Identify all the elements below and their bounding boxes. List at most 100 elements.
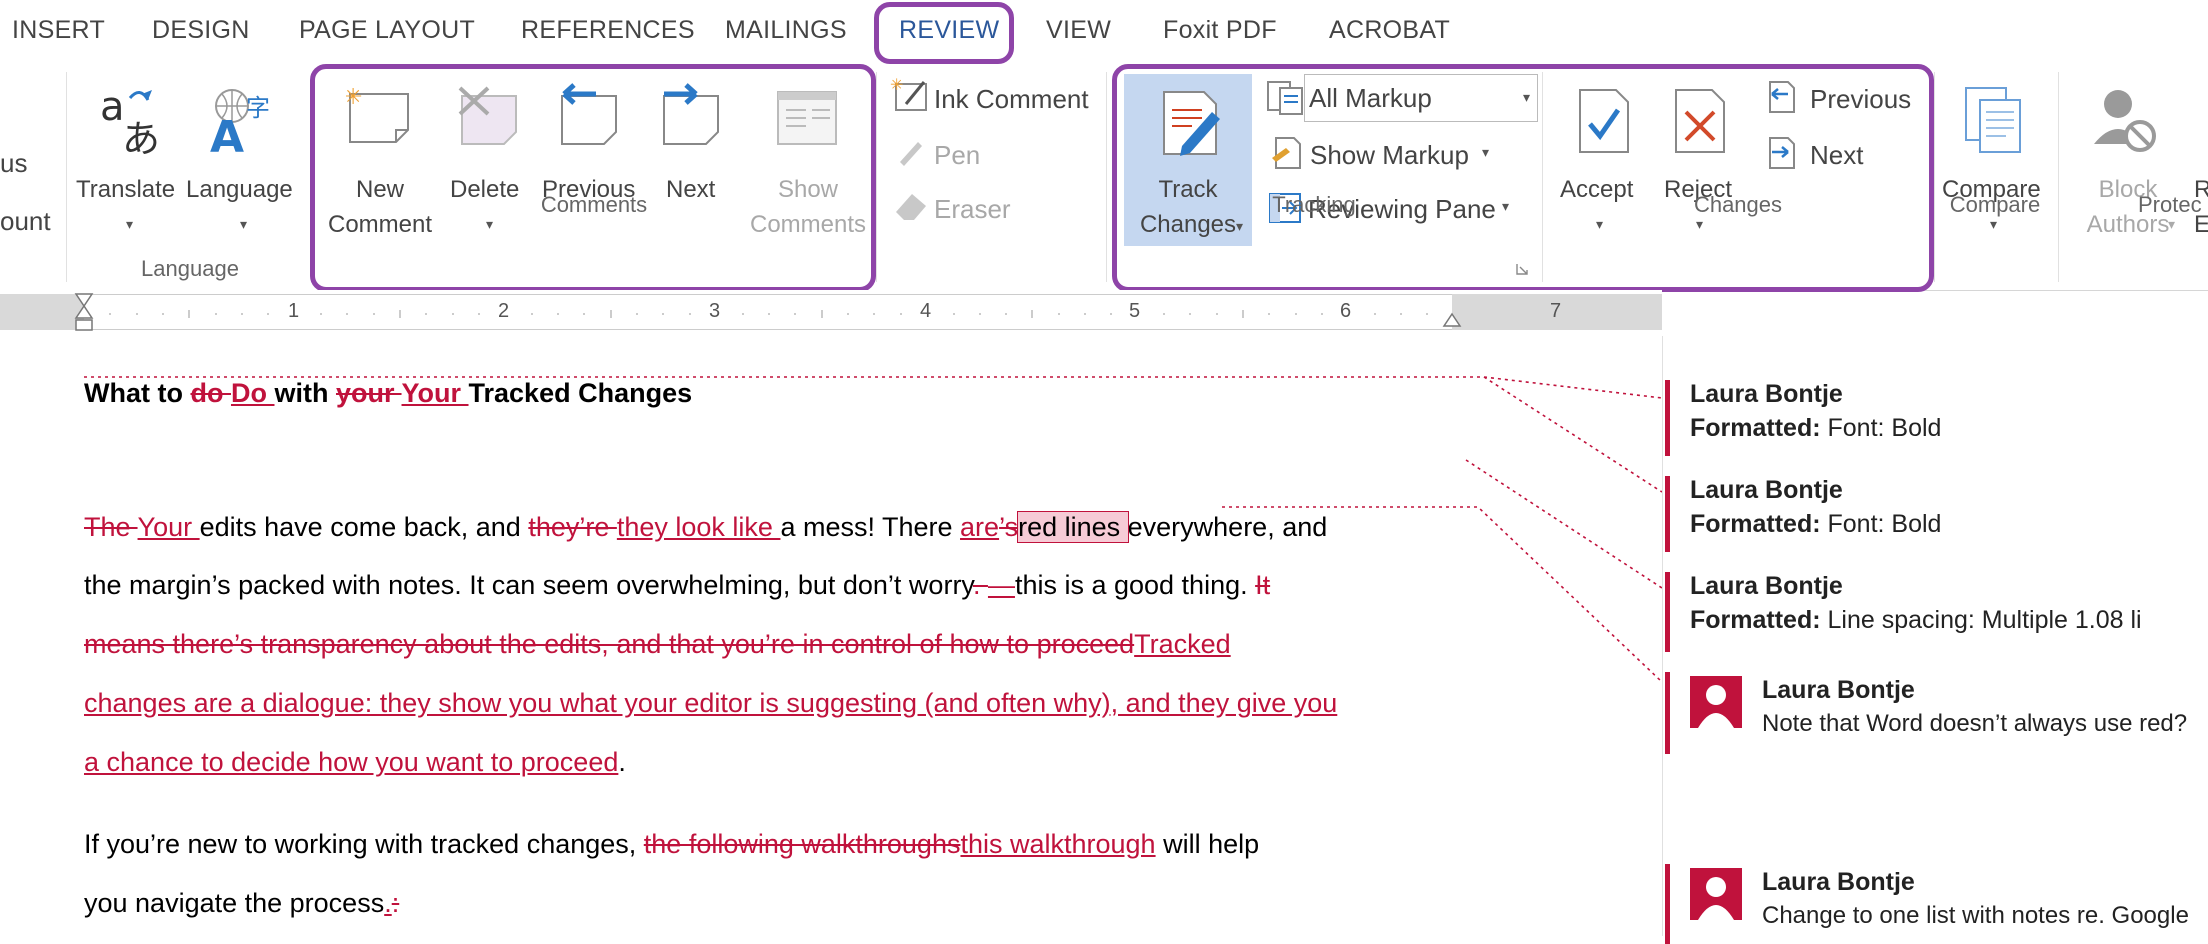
text-run: with <box>274 378 336 408</box>
group-separator <box>2058 72 2059 282</box>
text-run: this is a good thing. <box>1014 570 1256 600</box>
pen-button[interactable]: Pen <box>934 140 980 171</box>
chevron-down-icon: ▾ <box>240 216 248 232</box>
partial-ribbon-item[interactable]: us <box>0 148 27 179</box>
inserted-text[interactable]: Do <box>231 378 275 408</box>
chevron-down-icon: ▾ <box>1990 216 1998 232</box>
svg-text:あ: あ <box>122 117 160 154</box>
deleted-text[interactable]: do <box>190 378 231 408</box>
text-run: everywhere, and <box>1127 512 1328 542</box>
translate-button[interactable]: Translate <box>76 172 175 207</box>
tab-page-layout[interactable]: PAGE LAYOUT <box>299 16 475 45</box>
avatar <box>1690 676 1742 728</box>
inserted-text[interactable]: — <box>988 570 1015 600</box>
ink-comment-icon: ✳ <box>890 75 930 114</box>
tab-insert[interactable]: INSERT <box>12 16 105 45</box>
language-button[interactable]: Language <box>186 172 293 207</box>
ruler-left-margin <box>0 294 84 330</box>
deleted-text[interactable]: ’s <box>999 512 1018 542</box>
text-run: will help <box>1155 829 1260 859</box>
comment-text: Formatted: Font: Bold <box>1690 510 1941 539</box>
group-label-language: Language <box>141 256 239 281</box>
deleted-text[interactable]: The <box>84 512 138 542</box>
inserted-text[interactable]: they look like <box>617 512 781 542</box>
eraser-button[interactable]: Eraser <box>934 194 1011 225</box>
inserted-text[interactable]: Your <box>402 378 469 408</box>
format-balloon[interactable]: Laura Bontje Formatted: Line spacing: Mu… <box>1665 572 2208 652</box>
deleted-text[interactable]: . <box>973 570 988 600</box>
group-separator <box>1106 72 1107 282</box>
tab-references[interactable]: REFERENCES <box>521 16 695 45</box>
comment-author: Laura Bontje <box>1762 676 1915 704</box>
comment-author: Laura Bontje <box>1762 868 1915 896</box>
markup-pane: Laura Bontje Formatted: Font: Bold Laura… <box>1662 336 2208 944</box>
group-label-protect: Protec <box>2138 192 2202 217</box>
comment-balloon[interactable]: Laura Bontje Change to one list with not… <box>1665 864 2208 944</box>
format-detail: Line spacing: Multiple 1.08 li <box>1820 606 2142 634</box>
text-run: you navigate the process <box>84 888 385 918</box>
eraser-icon <box>894 190 928 222</box>
deleted-text[interactable]: they’re <box>528 512 617 542</box>
block-authors-icon <box>2092 84 2158 154</box>
ink-comment-button[interactable]: Ink Comment <box>934 84 1089 115</box>
horizontal-ruler[interactable]: 1 2 3 4 5 6 7 <box>0 290 1662 334</box>
deleted-text[interactable]: your <box>336 378 402 408</box>
text-run: edits have come back, and <box>199 512 529 542</box>
tab-foxit-pdf[interactable]: Foxit PDF <box>1163 16 1277 45</box>
chevron-down-icon: ▾ <box>126 216 134 232</box>
comment-author: Laura Bontje <box>1690 380 1843 408</box>
format-label: Formatted: <box>1690 510 1821 538</box>
group-separator <box>66 72 67 282</box>
text-run: What to <box>84 378 191 408</box>
comment-text: Note that Word doesn’t always use red? <box>1762 710 2188 737</box>
deleted-text[interactable]: : <box>392 888 400 918</box>
doc-paragraph-line[interactable]: If you’re new to working with tracked ch… <box>84 829 1259 860</box>
doc-paragraph-line[interactable]: you navigate the process.: <box>84 888 399 919</box>
ruler-ticks <box>109 310 1428 318</box>
inserted-text[interactable]: a chance to decide how you want to proce… <box>84 747 618 777</box>
format-label: Formatted: <box>1690 414 1821 442</box>
inserted-text[interactable]: Tracked <box>1134 629 1231 659</box>
comment-balloon[interactable]: Laura Bontje Note that Word doesn’t alwa… <box>1665 672 2208 754</box>
ruler-number: 7 <box>1550 300 1562 322</box>
tab-mailings[interactable]: MAILINGS <box>725 16 847 45</box>
highlight-comments-group <box>310 64 876 292</box>
inserted-text[interactable]: Your <box>138 512 200 542</box>
commented-text-selection[interactable]: red lines <box>1017 511 1129 543</box>
inserted-text[interactable]: . <box>384 888 392 918</box>
svg-text:a: a <box>100 84 125 130</box>
svg-text:A: A <box>210 112 244 156</box>
partial-ribbon-item[interactable]: ount <box>0 206 51 237</box>
format-detail: Font: Bold <box>1820 414 1942 442</box>
text-run: . <box>618 747 626 777</box>
pen-icon <box>896 136 926 166</box>
doc-paragraph-line[interactable]: The Your edits have come back, and they’… <box>84 511 1328 543</box>
svg-text:✳: ✳ <box>890 76 903 94</box>
text-run: the margin’s packed with notes. It can s… <box>84 570 973 600</box>
text-run: Tracked Changes <box>468 378 693 408</box>
doc-paragraph-line[interactable]: changes are a dialogue: they show you wh… <box>84 688 1337 719</box>
doc-paragraph-line[interactable]: the margin’s packed with notes. It can s… <box>84 570 1270 601</box>
compare-icon <box>1964 86 2024 156</box>
format-detail: Font: Bold <box>1820 510 1942 538</box>
doc-heading[interactable]: What to do Do with your Your Tracked Cha… <box>84 378 692 409</box>
inserted-text[interactable]: are <box>960 512 999 542</box>
deleted-text[interactable]: the following walkthroughs <box>644 829 961 859</box>
inserted-text[interactable]: this walkthrough <box>960 829 1155 859</box>
format-balloon[interactable]: Laura Bontje Formatted: Font: Bold <box>1665 380 2208 456</box>
inserted-text[interactable]: changes are a dialogue: they show you wh… <box>84 688 1337 718</box>
comment-text: Formatted: Line spacing: Multiple 1.08 l… <box>1690 606 2142 635</box>
highlight-tracking-changes-groups <box>1112 64 1934 292</box>
tab-design[interactable]: DESIGN <box>152 16 250 45</box>
tab-view[interactable]: VIEW <box>1046 16 1111 45</box>
tab-acrobat[interactable]: ACROBAT <box>1329 16 1450 45</box>
doc-paragraph-line[interactable]: means there’s transparency about the edi… <box>84 629 1231 660</box>
ribbon-tab-bar: INSERT DESIGN PAGE LAYOUT REFERENCES MAI… <box>0 0 2208 64</box>
deleted-text[interactable]: It <box>1255 570 1270 600</box>
doc-paragraph-line[interactable]: a chance to decide how you want to proce… <box>84 747 626 778</box>
comment-text: Formatted: Font: Bold <box>1690 414 1941 443</box>
format-balloon[interactable]: Laura Bontje Formatted: Font: Bold <box>1665 476 2208 552</box>
svg-text:字: 字 <box>246 94 270 122</box>
comment-text: Change to one list with notes re. Google <box>1762 902 2189 929</box>
deleted-text[interactable]: means there’s transparency about the edi… <box>84 629 1134 659</box>
